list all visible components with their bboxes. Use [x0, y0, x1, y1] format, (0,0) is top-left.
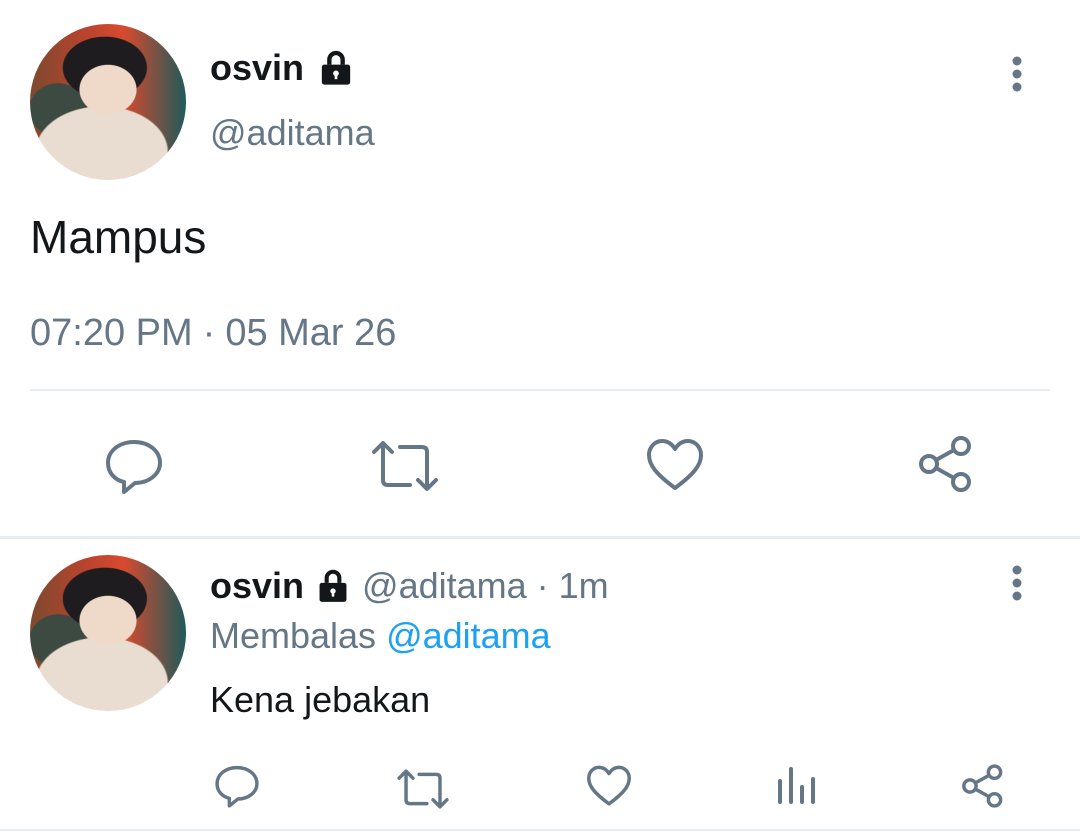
reply-icon[interactable] [214, 763, 260, 809]
more-vertical-icon[interactable] [1000, 54, 1034, 94]
retweet-icon[interactable] [370, 438, 440, 494]
retweet-icon[interactable] [396, 767, 450, 811]
replying-prefix: Membalas [210, 615, 377, 656]
tweet-text: Kena jebakan [210, 679, 431, 720]
share-icon[interactable] [916, 434, 976, 494]
meta-separator: · [202, 312, 216, 354]
more-vertical-icon[interactable] [1000, 563, 1034, 603]
author-name[interactable]: osvin [210, 565, 304, 607]
tweet-date: 05 Mar 26 [225, 312, 397, 354]
tweet-age: 1m [558, 565, 609, 606]
avatar[interactable] [30, 24, 186, 180]
author-handle[interactable]: @aditama [362, 565, 527, 607]
tweet-time: 07:20 PM [30, 312, 193, 354]
bottom-divider [0, 829, 1080, 831]
replying-to: Membalas @aditama [210, 615, 551, 657]
reply-tweet: osvin @aditama · 1m Membalas @aditama Ke… [0, 539, 1080, 834]
lock-icon [314, 567, 352, 605]
author-handle[interactable]: @aditama [210, 112, 375, 154]
divider [30, 389, 1050, 391]
heart-icon[interactable] [646, 438, 704, 492]
meta-separator: · [536, 565, 549, 606]
heart-icon[interactable] [586, 765, 632, 807]
tweet-text: Mampus [30, 211, 207, 263]
share-icon[interactable] [960, 763, 1006, 809]
lock-icon [316, 48, 356, 88]
reply-header: osvin @aditama · 1m [210, 563, 609, 609]
author-name-row: osvin [210, 46, 356, 90]
main-tweet: osvin @aditama Mampus 07:20 PM · 05 Mar … [0, 0, 1080, 536]
reply-icon[interactable] [104, 436, 164, 496]
avatar[interactable] [30, 555, 186, 711]
author-name[interactable]: osvin [210, 47, 304, 89]
tweet-timestamp: 07:20 PM · 05 Mar 26 [30, 312, 396, 355]
replying-to-link[interactable]: @aditama [386, 615, 551, 657]
analytics-icon[interactable] [776, 765, 816, 805]
